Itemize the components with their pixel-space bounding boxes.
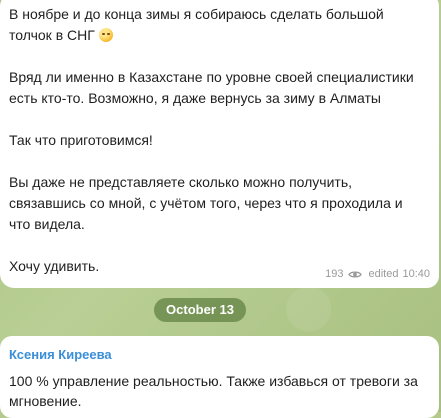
relieved-face-emoji-icon <box>98 28 113 42</box>
message-bubble[interactable]: Ксения Киреева 100 % управление реальнос… <box>0 336 439 418</box>
date-separator: October 13 <box>154 298 246 322</box>
edited-label: edited <box>368 268 399 280</box>
message-text-line: Вы даже не представляете сколько можно п… <box>9 174 353 190</box>
message-text-line: В ноябре и до конца зимы я собираюсь сде… <box>9 6 384 22</box>
sender-name[interactable]: Ксения Киреева <box>9 345 430 364</box>
message-text-line: Так что приготовимся! <box>9 132 153 148</box>
message-meta: 193 edited 10:40 <box>325 268 430 280</box>
views-count: 193 <box>325 268 344 280</box>
message-text-line: Вряд ли именно в Казахстане по уровне св… <box>9 69 414 85</box>
message-text: толчок в СНГ <box>9 27 95 43</box>
eye-icon <box>348 270 363 279</box>
message-text-line: связавшись со мной, с учётом того, через… <box>9 195 403 211</box>
message-text-line: толчок в СНГ <box>9 25 430 46</box>
message-text-line: 100 % управление реальностью. Также изба… <box>9 373 418 389</box>
message-text-line: мгновение. <box>9 393 82 409</box>
message-text-line: что видела. <box>9 216 85 232</box>
message-time: 10:40 <box>402 268 430 280</box>
message-bubble[interactable]: В ноябре и до конца зимы я собираюсь сде… <box>0 0 439 288</box>
message-text-line: есть кто-то. Возможно, я даже вернусь за… <box>9 90 381 106</box>
